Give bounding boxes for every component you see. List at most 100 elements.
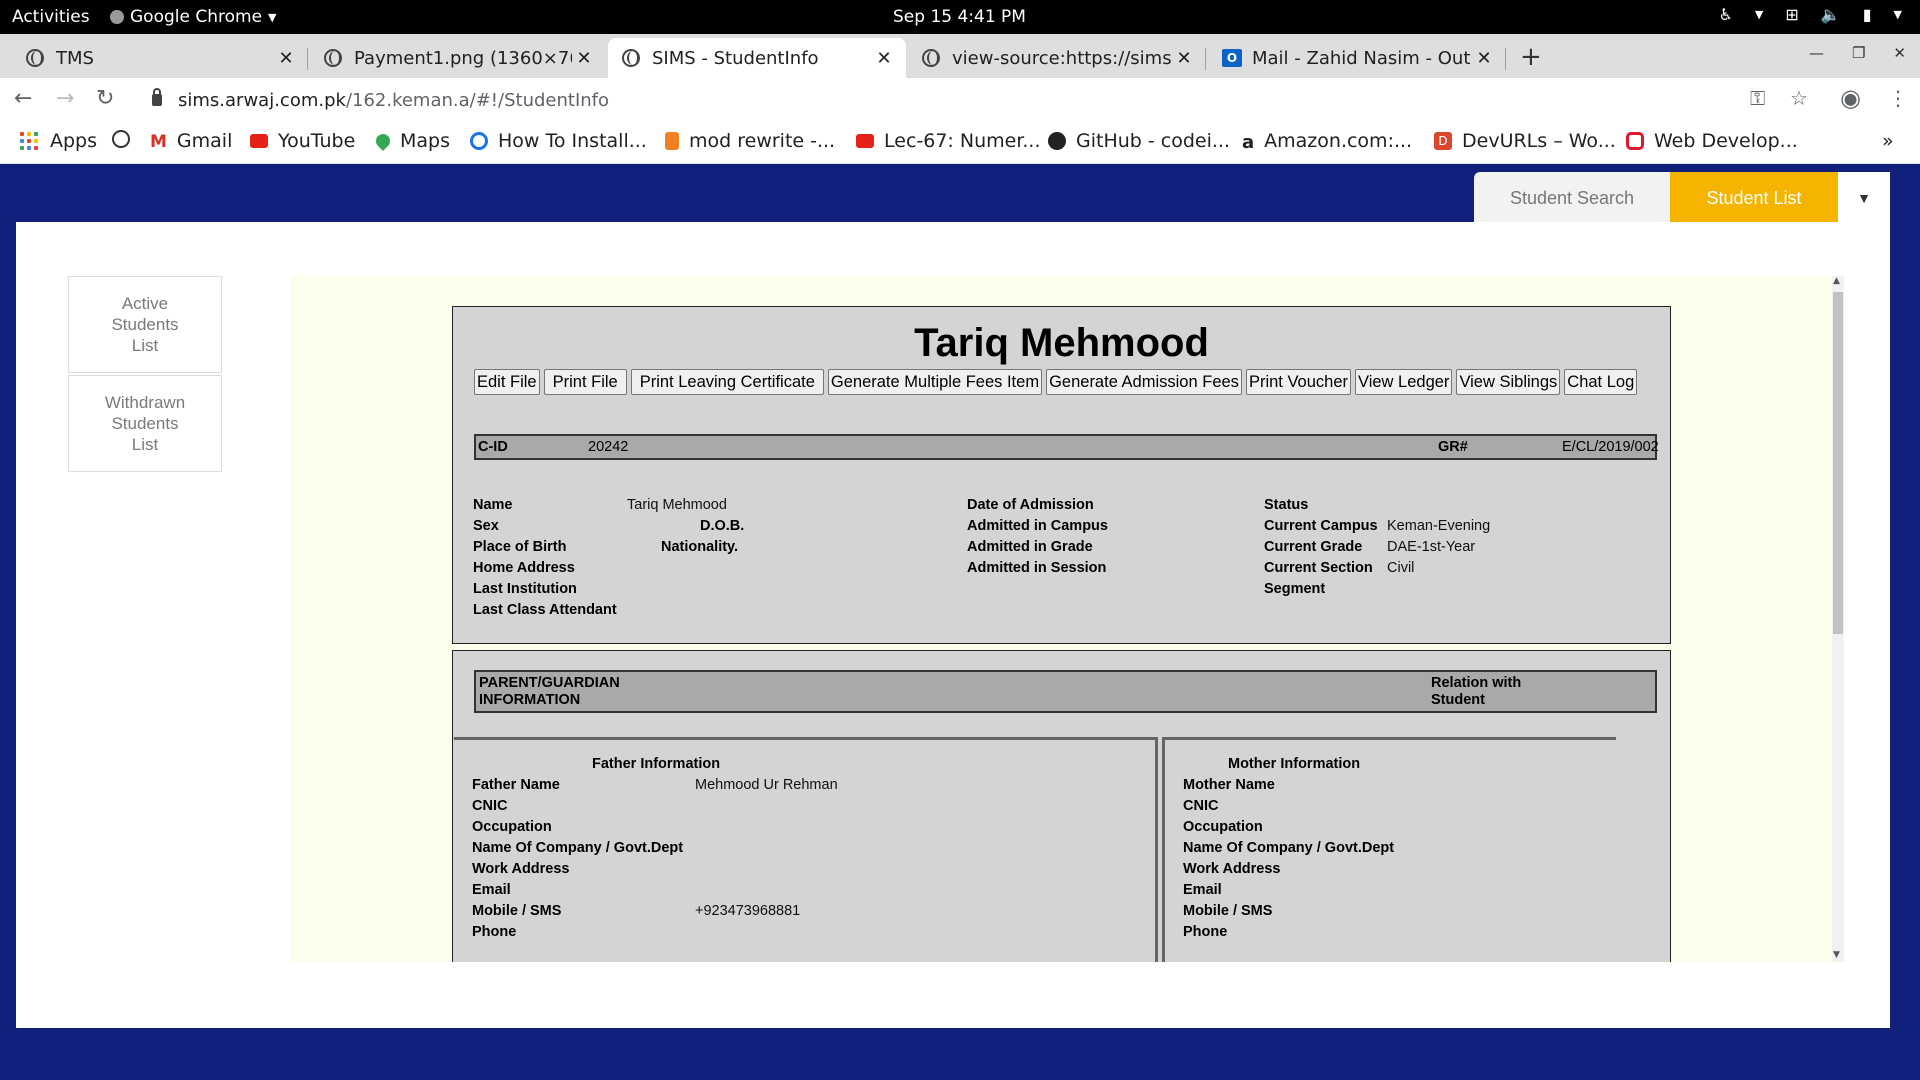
chevron-down-icon: ▼ [1754, 8, 1764, 21]
bookmark-gmail[interactable]: M Gmail [150, 130, 232, 152]
sex-label: Sex [473, 518, 499, 534]
github-icon [1048, 132, 1066, 150]
devurls-icon: D [1434, 132, 1452, 150]
father-name-value: Mehmood Ur Rehman [695, 777, 838, 793]
close-icon[interactable]: ✕ [1472, 48, 1496, 69]
date-of-admission-label: Date of Admission [967, 497, 1094, 513]
tab-view-source[interactable]: view-source:https://sims.a ✕ [908, 38, 1206, 78]
current-grade-value: DAE-1st-Year [1387, 539, 1476, 555]
refresh-logo-icon [470, 132, 488, 150]
label-line: Active [121, 294, 169, 313]
close-icon[interactable]: ✕ [274, 48, 298, 69]
bookmark-globe[interactable] [112, 130, 140, 148]
bookmark-lec-67[interactable]: Lec-67: Numer... [856, 130, 1041, 152]
tab-payment-image[interactable]: Payment1.png (1360×768 ✕ [310, 38, 606, 78]
panel-scrollbar[interactable]: ▲ ▼ [1832, 276, 1844, 962]
key-icon[interactable]: ⚿ [1750, 86, 1765, 110]
label-line: Students [111, 315, 179, 334]
bookmark-amazon[interactable]: a Amazon.com:... [1242, 130, 1412, 153]
bookmark-youtube[interactable]: YouTube [250, 130, 355, 152]
close-icon[interactable]: ✕ [1172, 48, 1196, 69]
print-file-button[interactable]: Print File [543, 369, 627, 395]
action-buttons: Edit File Print File Print Leaving Certi… [474, 369, 1638, 395]
view-siblings-button[interactable]: View Siblings [1456, 369, 1561, 395]
back-icon[interactable]: ← [14, 86, 32, 111]
star-icon[interactable]: ☆ [1790, 86, 1808, 110]
sims-page: Student Search Student List ▼ Active Stu… [0, 164, 1920, 1080]
mother-name-label: Mother Name [1183, 777, 1275, 793]
withdrawn-students-list-button[interactable]: Withdrawn Students List [68, 375, 222, 472]
address-bar[interactable]: sims.arwaj.com.pk/162.keman.a/#!/Student… [138, 82, 1788, 118]
close-window-icon[interactable]: ✕ [1893, 44, 1906, 62]
mother-work-address-label: Work Address [1183, 861, 1281, 877]
student-search-tab[interactable]: Student Search [1474, 172, 1670, 224]
app-menu[interactable]: Google Chrome ▼ [110, 7, 277, 27]
edit-file-button[interactable]: Edit File [474, 369, 540, 395]
label-line: List [131, 336, 159, 355]
restore-icon[interactable]: ❐ [1852, 44, 1865, 62]
forward-icon[interactable]: → [56, 86, 74, 111]
father-email-label: Email [472, 882, 511, 898]
volume-icon[interactable]: 🔈 [1821, 5, 1841, 24]
bookmark-maps[interactable]: Maps [373, 130, 450, 152]
generate-admission-fees-button[interactable]: Generate Admission Fees [1046, 369, 1242, 395]
bookmark-mod-rewrite[interactable]: mod rewrite -... [665, 130, 835, 152]
bookmark-how-to-install[interactable]: How To Install... [470, 130, 647, 152]
network-icon[interactable]: ⊞ [1785, 5, 1798, 24]
tab-tms[interactable]: TMS ✕ [12, 38, 308, 78]
bookmarks-bar: Apps M Gmail YouTube Maps How To Install… [0, 122, 1920, 164]
student-list-tab[interactable]: Student List [1670, 172, 1838, 224]
profile-avatar-icon[interactable]: ◉ [1840, 84, 1861, 112]
bookmark-web-develop[interactable]: Web Develop... [1626, 130, 1798, 152]
view-ledger-button[interactable]: View Ledger [1355, 369, 1453, 395]
globe-icon [112, 130, 130, 148]
mother-mobile-label: Mobile / SMS [1183, 903, 1273, 919]
system-tray[interactable]: ♿ ▼ ⊞ 🔈 ▮ ▼ [1719, 5, 1902, 24]
mother-cnic-label: CNIC [1183, 798, 1219, 814]
chat-log-button[interactable]: Chat Log [1564, 369, 1638, 395]
chevron-down-icon: ▼ [1893, 8, 1902, 21]
more-menu-icon[interactable]: ⋮ [1888, 86, 1908, 110]
print-leaving-certificate-button[interactable]: Print Leaving Certificate [630, 369, 824, 395]
nationality-label: Nationality. [661, 539, 739, 555]
tab-sims-studentinfo[interactable]: SIMS - StudentInfo ✕ [608, 38, 906, 78]
top-navigation: Student Search Student List ▼ [1474, 172, 1890, 224]
mother-information-section: Mother Information Mother Name CNIC Occu… [1162, 737, 1616, 962]
mother-information-title: Mother Information [1228, 756, 1361, 772]
scroll-up-icon[interactable]: ▲ [1833, 276, 1840, 286]
scroll-down-icon[interactable]: ▼ [1833, 950, 1840, 960]
minimize-icon[interactable]: — [1809, 44, 1824, 62]
lock-icon[interactable] [152, 88, 162, 106]
clock[interactable]: Sep 15 4:41 PM [893, 7, 1026, 27]
father-mobile-label: Mobile / SMS [472, 903, 562, 919]
bookmark-devurls[interactable]: D DevURLs – Wo... [1434, 130, 1616, 152]
relation-header-line: Student [1431, 692, 1485, 708]
tab-outlook-mail[interactable]: O Mail - Zahid Nasim - Outlo ✕ [1208, 38, 1506, 78]
scrollbar-thumb[interactable] [1833, 292, 1843, 634]
student-info-box: Tariq Mehmood Edit File Print File Print… [452, 306, 1671, 644]
close-icon[interactable]: ✕ [872, 48, 896, 69]
parent-header-line: INFORMATION [479, 692, 581, 708]
place-of-birth-label: Place of Birth [473, 539, 567, 555]
new-tab-button[interactable]: + [1520, 42, 1542, 72]
accessibility-icon[interactable]: ♿ [1719, 5, 1733, 24]
battery-icon[interactable]: ▮ [1863, 5, 1872, 24]
bookmark-apps[interactable]: Apps [20, 130, 97, 152]
reload-icon[interactable]: ↻ [96, 86, 114, 111]
close-icon[interactable]: ✕ [572, 48, 596, 69]
mother-company-label: Name Of Company / Govt.Dept [1183, 840, 1395, 856]
label-line: List [131, 435, 159, 454]
print-voucher-button[interactable]: Print Voucher [1245, 369, 1351, 395]
segment-label: Segment [1264, 581, 1326, 597]
father-mobile-value: +923473968881 [695, 903, 801, 919]
dropdown-toggle[interactable]: ▼ [1838, 172, 1890, 224]
activities-button[interactable]: Activities [12, 7, 90, 27]
active-students-list-button[interactable]: Active Students List [68, 276, 222, 373]
mother-phone-label: Phone [1183, 924, 1228, 940]
bookmark-github[interactable]: GitHub - codei... [1048, 130, 1230, 152]
system-top-bar: Activities Google Chrome ▼ Sep 15 4:41 P… [0, 0, 1920, 34]
student-name-heading: Tariq Mehmood [914, 321, 1209, 365]
more-bookmarks-icon[interactable]: » [1882, 130, 1894, 152]
gr-value: E/CL/2019/002 [1562, 439, 1659, 455]
generate-multiple-fees-item-button[interactable]: Generate Multiple Fees Item [827, 369, 1043, 395]
